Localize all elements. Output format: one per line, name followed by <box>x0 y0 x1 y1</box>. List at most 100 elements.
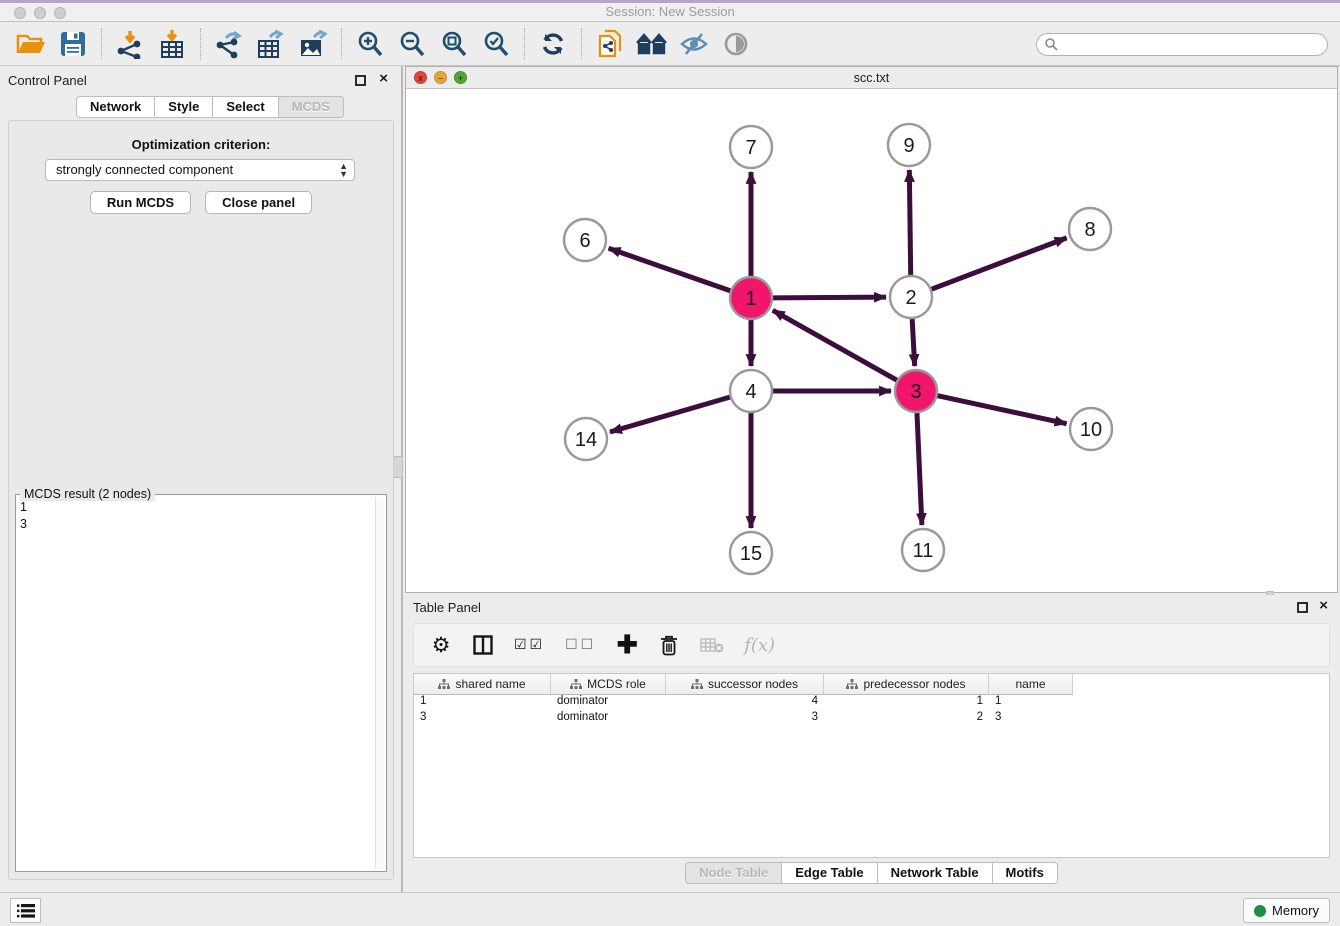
memory-button[interactable]: Memory <box>1243 898 1330 923</box>
node-table: shared name MCDS role successor nodes pr… <box>413 673 1330 858</box>
tab-motifs[interactable]: Motifs <box>993 862 1058 884</box>
tab-edge-table[interactable]: Edge Table <box>782 862 877 884</box>
graph-edge-2-9[interactable] <box>909 170 910 275</box>
graph-node-11[interactable]: 11 <box>902 529 944 571</box>
table-panel-header: Table Panel × <box>405 595 1338 621</box>
graph-node-7[interactable]: 7 <box>730 126 772 168</box>
column-header-successor-nodes[interactable]: successor nodes <box>666 674 824 695</box>
graph-edge-3-1[interactable] <box>773 310 897 380</box>
search-field-wrap <box>1036 33 1328 56</box>
mcds-result-line: 1 <box>20 499 374 516</box>
table-row[interactable]: 1 dominator 4 1 1 <box>414 695 1329 711</box>
cell-predecessor-nodes: 1 <box>824 695 989 711</box>
control-panel-title: Control Panel <box>8 73 87 88</box>
cell-shared-name: 3 <box>414 711 551 727</box>
zoom-in-icon[interactable] <box>349 25 391 63</box>
graph-edge-4-14[interactable] <box>610 397 730 432</box>
float-table-panel-icon[interactable] <box>1297 602 1308 613</box>
search-icon <box>1044 37 1058 51</box>
graph-node-14[interactable]: 14 <box>565 418 607 460</box>
graph-node-3[interactable]: 3 <box>895 370 937 412</box>
save-floppy-icon[interactable] <box>52 25 94 63</box>
export-network-icon[interactable] <box>208 25 250 63</box>
tab-node-table[interactable]: Node Table <box>685 862 782 884</box>
graph-node-8[interactable]: 8 <box>1069 208 1111 250</box>
run-mcds-button[interactable]: Run MCDS <box>90 191 191 214</box>
graph-edge-2-3[interactable] <box>912 319 915 366</box>
mcds-tab-content: Optimization criterion: strongly connect… <box>8 120 394 880</box>
svg-text:15: 15 <box>740 543 762 565</box>
column-header-predecessor-nodes[interactable]: predecessor nodes <box>824 674 989 695</box>
zoom-out-icon[interactable] <box>391 25 433 63</box>
close-panel-button[interactable]: Close panel <box>205 191 312 214</box>
columns-icon[interactable] <box>472 635 494 655</box>
toolbar-separator <box>524 28 525 60</box>
graph-edge-1-2[interactable] <box>773 297 886 298</box>
graph-edge-3-11[interactable] <box>917 413 922 525</box>
criterion-select[interactable]: strongly connected component ▲▼ <box>45 159 355 181</box>
optimization-criterion-label: Optimization criterion: <box>9 137 393 152</box>
control-panel: Control Panel × Network Style Select MCD… <box>0 68 400 883</box>
graph-node-4[interactable]: 4 <box>730 370 772 412</box>
graph-node-2[interactable]: 2 <box>890 276 932 318</box>
table-panel: Table Panel × ⚙ ☑☑ ☐☐ ✚ f(x) <box>405 595 1338 890</box>
toolbar-separator <box>581 28 582 60</box>
tab-style[interactable]: Style <box>155 96 213 118</box>
graph-edge-2-8[interactable] <box>932 238 1067 289</box>
list-menu-button[interactable] <box>10 898 41 923</box>
svg-text:11: 11 <box>913 540 934 562</box>
tab-network-table[interactable]: Network Table <box>878 862 993 884</box>
float-panel-icon[interactable] <box>355 75 366 86</box>
mcds-result-list[interactable]: 1 3 <box>20 497 374 869</box>
export-image-icon[interactable] <box>292 25 334 63</box>
select-all-checkboxes-icon[interactable]: ☑☑ <box>514 637 545 653</box>
table-toolbar: ⚙ ☑☑ ☐☐ ✚ f(x) <box>413 623 1330 667</box>
export-table-icon[interactable] <box>250 25 292 63</box>
application-window: Session: New Session <box>0 0 1340 926</box>
tab-network[interactable]: Network <box>76 96 155 118</box>
search-input[interactable] <box>1036 33 1328 56</box>
zoom-selected-icon[interactable] <box>475 25 517 63</box>
deselect-checkboxes-icon[interactable]: ☐☐ <box>565 637 596 653</box>
app-titlebar: Session: New Session <box>0 0 1340 22</box>
network-graph[interactable]: 7 9 6 8 1 2 4 3 14 10 15 11 <box>406 89 1337 592</box>
mcds-result-groupbox: MCDS result (2 nodes) 1 3 <box>15 494 387 872</box>
criterion-value: strongly connected component <box>56 162 233 177</box>
eye-icon[interactable] <box>715 25 757 63</box>
graph-node-10[interactable]: 10 <box>1070 408 1112 450</box>
graph-node-1[interactable]: 1 <box>730 277 772 319</box>
memory-label: Memory <box>1272 903 1319 918</box>
open-folder-icon[interactable] <box>10 25 52 63</box>
column-header-mcds-role[interactable]: MCDS role <box>551 674 666 695</box>
result-scrollbar[interactable] <box>375 497 384 869</box>
import-network-icon[interactable] <box>109 25 151 63</box>
cell-successor-nodes: 4 <box>666 695 824 711</box>
eye-slash-icon[interactable] <box>673 25 715 63</box>
graph-node-15[interactable]: 15 <box>730 532 772 574</box>
zoom-fit-icon[interactable] <box>433 25 475 63</box>
hierarchy-icon <box>570 679 582 690</box>
status-bar: Memory <box>0 892 1340 926</box>
column-header-name[interactable]: name <box>989 674 1073 695</box>
cell-name: 3 <box>989 711 1073 727</box>
refresh-icon[interactable] <box>532 25 574 63</box>
graph-edge-1-6[interactable] <box>609 248 731 290</box>
houses-icon[interactable] <box>631 25 673 63</box>
table-row[interactable]: 3 dominator 3 2 3 <box>414 711 1329 727</box>
delete-table-icon <box>700 637 724 653</box>
close-panel-icon[interactable]: × <box>379 70 388 87</box>
column-header-shared-name[interactable]: shared name <box>414 674 551 695</box>
graph-node-6[interactable]: 6 <box>564 219 606 261</box>
table-header-row: shared name MCDS role successor nodes pr… <box>414 674 1329 695</box>
import-table-icon[interactable] <box>151 25 193 63</box>
tab-mcds[interactable]: MCDS <box>279 96 344 118</box>
graph-node-9[interactable]: 9 <box>888 124 930 166</box>
tab-select[interactable]: Select <box>213 96 278 118</box>
network-file-share-icon[interactable] <box>589 25 631 63</box>
gear-icon[interactable]: ⚙ <box>430 633 452 657</box>
graph-edge-3-10[interactable] <box>937 396 1066 424</box>
close-table-panel-icon[interactable]: × <box>1319 597 1328 614</box>
trash-icon[interactable] <box>658 635 680 656</box>
add-icon[interactable]: ✚ <box>616 635 638 655</box>
list-icon <box>17 904 35 918</box>
